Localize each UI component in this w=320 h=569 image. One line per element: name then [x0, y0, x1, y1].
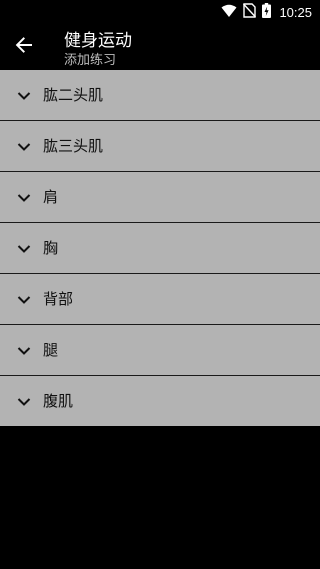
- category-label: 背部: [43, 290, 74, 308]
- chevron-down-icon: [17, 343, 31, 357]
- category-item-legs[interactable]: 腿: [0, 325, 320, 376]
- category-item-biceps[interactable]: 肱二头肌: [0, 70, 320, 121]
- page-subtitle: 添加练习: [64, 53, 117, 68]
- category-label: 肩: [43, 188, 59, 206]
- category-item-back[interactable]: 背部: [0, 274, 320, 325]
- category-list: 肱二头肌 肱三头肌 肩 胸 背部 腿 腹肌: [0, 70, 320, 426]
- chevron-down-icon: [17, 190, 31, 204]
- back-button[interactable]: [8, 31, 40, 63]
- category-item-triceps[interactable]: 肱三头肌: [0, 121, 320, 172]
- category-item-abs[interactable]: 腹肌: [0, 376, 320, 426]
- category-label: 腹肌: [43, 392, 74, 410]
- status-icons: 10:25: [221, 2, 312, 22]
- category-item-shoulders[interactable]: 肩: [0, 172, 320, 223]
- chevron-down-icon: [17, 88, 31, 102]
- chevron-down-icon: [17, 139, 31, 153]
- status-time: 10:25: [279, 4, 312, 20]
- category-label: 胸: [43, 239, 59, 257]
- category-label: 肱三头肌: [43, 137, 104, 155]
- page-title: 健身运动: [64, 31, 132, 51]
- toolbar: 健身运动 添加练习: [0, 24, 320, 70]
- category-label: 腿: [43, 341, 59, 359]
- chevron-down-icon: [17, 241, 31, 255]
- category-item-chest[interactable]: 胸: [0, 223, 320, 274]
- chevron-down-icon: [17, 292, 31, 306]
- battery-charging-icon: [262, 2, 272, 22]
- arrow-back-icon: [15, 36, 33, 58]
- wifi-icon: [221, 3, 237, 22]
- chevron-down-icon: [17, 394, 31, 408]
- category-label: 肱二头肌: [43, 86, 104, 104]
- no-sim-icon: [243, 2, 257, 22]
- status-bar: 10:25: [0, 0, 320, 24]
